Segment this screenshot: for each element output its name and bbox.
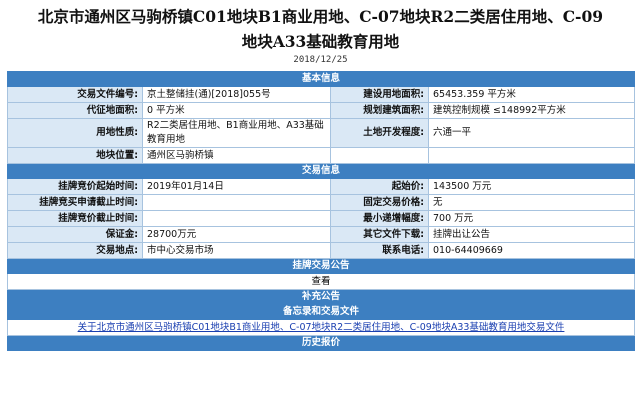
plan-area-value: 建筑控制规模 ≤148992平方米	[427, 102, 636, 119]
section-trade-info: 交易信息	[6, 163, 636, 179]
land-use-value: R2二类居住用地、B1商业用地、A33基础教育用地	[142, 118, 331, 148]
phone-label: 联系电话:	[330, 242, 429, 259]
min-step-label: 最小递增幅度:	[330, 210, 429, 227]
title-line-1: 北京市通州区马驹桥镇C01地块B1商业用地、C-07地块R2二类居住用地、C-0…	[37, 7, 604, 26]
land-area-label: 代征地面积:	[7, 102, 143, 119]
dev-level-value: 六通一平	[427, 118, 636, 148]
apply-end-value	[142, 194, 331, 211]
location-label: 地块位置:	[7, 147, 143, 164]
land-area-value: 0 平方米	[142, 102, 331, 119]
fixed-price-value: 无	[427, 194, 636, 211]
deposit-label: 保证金:	[7, 226, 143, 243]
empty-cell	[330, 147, 429, 164]
land-use-label: 用地性质:	[7, 118, 143, 148]
fixed-price-label: 固定交易价格:	[330, 194, 429, 211]
bid-end-label: 挂牌竞价截止时间:	[7, 210, 143, 227]
section-basic-info: 基本信息	[6, 71, 636, 87]
section-history: 历史报价	[6, 335, 636, 351]
trade-file-cell: 关于北京市通州区马驹桥镇C01地块B1商业用地、C-07地块R2二类居住用地、C…	[6, 319, 636, 336]
start-time-label: 挂牌竞价起始时间:	[7, 178, 143, 195]
other-files-value[interactable]: 挂牌出让公告	[427, 226, 636, 243]
bid-end-value	[142, 210, 331, 227]
section-supplement: 补充公告	[6, 289, 636, 305]
start-time-value: 2019年01月14日	[142, 178, 331, 195]
publish-date: 2018/12/25	[293, 55, 348, 65]
view-link[interactable]: 查看	[6, 273, 636, 290]
start-price-value: 143500 万元	[427, 178, 636, 195]
build-area-label: 建设用地面积:	[330, 86, 429, 103]
section-listing-notice: 挂牌交易公告	[6, 258, 636, 274]
phone-value: 010-64409669	[427, 242, 636, 259]
location-value: 通州区马驹桥镇	[142, 147, 331, 164]
title-line-2: 地块A33基础教育用地	[241, 32, 400, 51]
min-step-value: 700 万元	[427, 210, 636, 227]
start-price-label: 起始价:	[330, 178, 429, 195]
plan-area-label: 规划建筑面积:	[330, 102, 429, 119]
place-label: 交易地点:	[7, 242, 143, 259]
build-area-value: 65453.359 平方米	[427, 86, 636, 103]
empty-cell	[427, 147, 636, 164]
other-files-label: 其它文件下载:	[330, 226, 429, 243]
deposit-value: 28700万元	[142, 226, 331, 243]
place-value: 市中心交易市场	[142, 242, 331, 259]
land-info-table: 基本信息 交易文件编号: 京土整储挂(通)[2018]055号 建设用地面积: …	[6, 71, 636, 351]
file-no-value: 京土整储挂(通)[2018]055号	[142, 86, 331, 103]
file-no-label: 交易文件编号:	[7, 86, 143, 103]
page-title: 北京市通州区马驹桥镇C01地块B1商业用地、C-07地块R2二类居住用地、C-0…	[0, 4, 641, 54]
dev-level-label: 土地开发程度:	[330, 118, 429, 148]
section-record: 备忘录和交易文件	[6, 304, 636, 320]
apply-end-label: 挂牌竞买申请截止时间:	[7, 194, 143, 211]
trade-file-link[interactable]: 关于北京市通州区马驹桥镇C01地块B1商业用地、C-07地块R2二类居住用地、C…	[78, 322, 565, 333]
